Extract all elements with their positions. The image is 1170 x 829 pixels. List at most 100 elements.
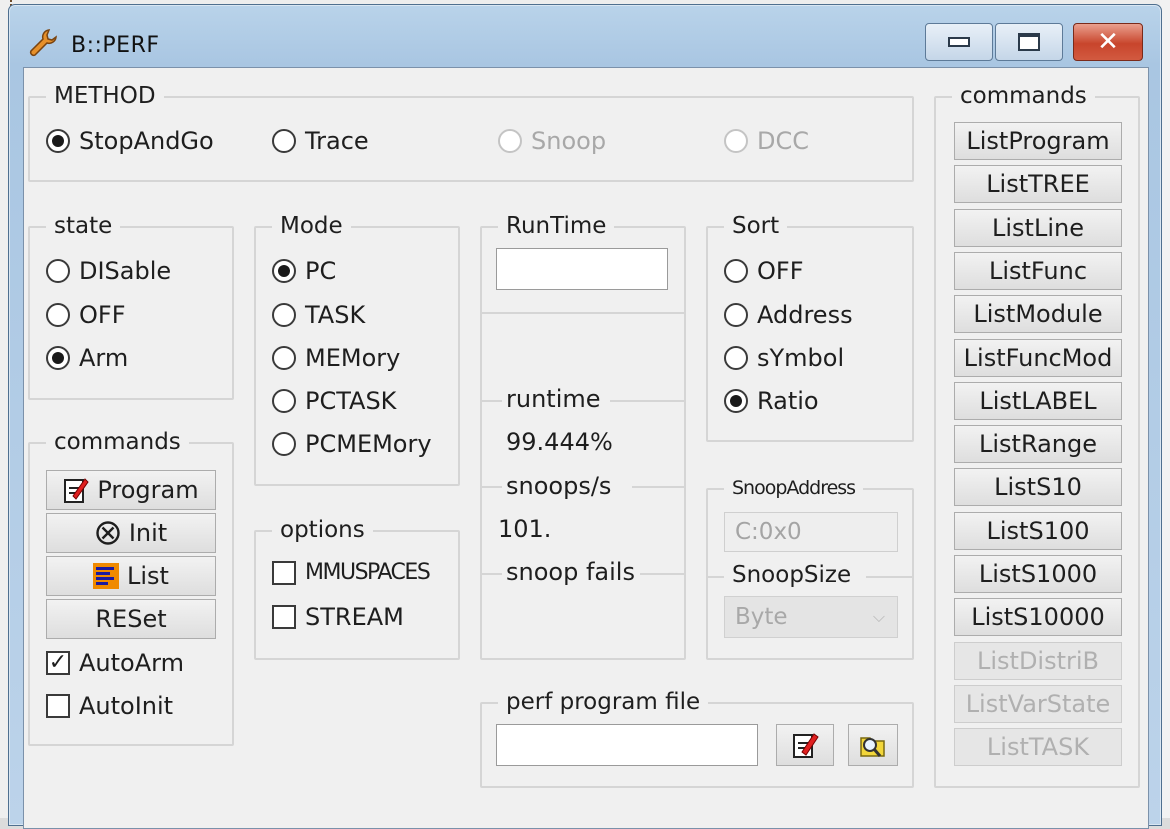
cancel-circle-icon [95,520,121,546]
snoop-size-line-left [708,576,724,578]
radio-indicator [272,389,296,413]
method-radio-snoop[interactable]: Snoop [498,126,606,156]
checkbox-label: AutoInit [79,692,174,720]
perf-file-field[interactable] [496,724,758,766]
radio-label: DCC [757,127,809,155]
dialog-client-area: METHOD StopAndGo Trace Snoop DCC state D… [23,67,1149,829]
state-radio-off[interactable]: OFF [46,300,126,330]
maximize-button[interactable] [995,23,1063,61]
radio-label: OFF [757,257,804,285]
command-button-listvarstate[interactable]: ListVarState [954,684,1122,723]
runtime-value: 99.444% [506,428,613,456]
stream-checkbox[interactable]: STREAM [272,602,404,632]
mode-radio-pcmemory[interactable]: PCMEMory [272,429,432,459]
radio-indicator [46,346,70,370]
mode-radio-pc[interactable]: PC [272,256,336,286]
command-button-listmodule[interactable]: ListModule [954,295,1122,334]
close-button[interactable]: ✕ [1073,23,1143,61]
radio-indicator [46,303,70,327]
command-button-label: ListS100 [986,516,1090,545]
checkbox-indicator [46,694,70,718]
command-button-lists1000[interactable]: ListS1000 [954,555,1122,593]
reset-button-label: RESet [95,605,167,633]
snoop-size-value: Byte [735,604,788,630]
method-radio-dcc[interactable]: DCC [724,126,809,156]
radio-label: StopAndGo [79,127,214,155]
edit-file-button[interactable] [776,724,834,766]
command-button-listlabel[interactable]: ListLABEL [954,381,1122,420]
snoops-label-line [482,486,502,488]
radio-label: Arm [79,344,129,372]
command-button-label: ListVarState [965,689,1111,718]
snoop-fails-label-line [482,573,502,575]
runtime-field[interactable] [496,248,668,290]
command-button-label: ListProgram [966,127,1110,155]
radio-indicator [724,303,748,327]
reset-button[interactable]: RESet [46,599,216,639]
command-button-lists10000[interactable]: ListS10000 [954,598,1122,637]
program-button-label: Program [97,476,199,504]
command-button-label: ListLABEL [979,386,1097,415]
checkbox-indicator [272,561,296,585]
command-button-label: ListModule [973,300,1103,329]
checkbox-label: MMUSPACES [305,560,431,585]
sort-radio-symbol[interactable]: sYmbol [724,343,844,373]
command-button-listprogram[interactable]: ListProgram [954,122,1122,160]
command-button-listline[interactable]: ListLine [954,208,1122,247]
mode-radio-memory[interactable]: MEMory [272,343,400,373]
perf-window: B::PERF ✕ METHOD StopAndGo Trace Snoop D… [8,4,1162,829]
mmuspaces-checkbox[interactable]: MMUSPACES [272,558,431,588]
command-button-listtask[interactable]: ListTASK [954,728,1122,767]
radio-indicator [272,303,296,327]
sort-radio-off[interactable]: OFF [724,256,804,286]
radio-label: OFF [79,301,126,329]
window-title: B::PERF [71,33,160,58]
mode-radio-pctask[interactable]: PCTASK [272,386,396,416]
init-button-label: Init [128,519,168,547]
command-button-label: ListFunc [988,256,1088,285]
snoop-size-select[interactable]: Byte ⌵ [724,596,898,638]
radio-label: MEMory [305,344,401,372]
mode-radio-task[interactable]: TASK [272,300,365,330]
radio-indicator [724,259,748,283]
radio-label: PCTASK [305,387,397,415]
command-button-label: ListFuncMod [963,343,1113,372]
command-button-label: ListDistriB [976,646,1099,675]
init-button[interactable]: Init [46,513,216,553]
command-button-label: ListS1000 [978,560,1098,588]
radio-indicator [46,259,70,283]
autoarm-checkbox[interactable]: ✓ AutoArm [46,648,184,678]
program-button[interactable]: Program [46,470,216,510]
snoops-label: snoops/s [506,472,612,500]
command-button-listfuncmod[interactable]: ListFuncMod [954,338,1122,377]
runtime-label-line-right [610,400,684,402]
command-button-lists100[interactable]: ListS100 [954,511,1122,550]
method-radio-trace[interactable]: Trace [272,126,369,156]
perf-file-legend: perf program file [498,687,709,717]
command-button-listfunc[interactable]: ListFunc [954,251,1122,290]
state-legend: state [46,211,121,241]
title-bar[interactable]: B::PERF ✕ [9,5,1161,67]
method-radio-stopandgo[interactable]: StopAndGo [46,126,214,156]
state-radio-arm[interactable]: Arm [46,343,128,373]
command-button-listdistrib[interactable]: ListDistriB [954,641,1122,680]
state-radio-disable[interactable]: DISable [46,256,171,286]
radio-label: PC [305,257,337,285]
autoinit-checkbox[interactable]: AutoInit [46,691,173,721]
sort-radio-ratio[interactable]: Ratio [724,386,819,416]
sort-radio-address[interactable]: Address [724,300,853,330]
command-button-listrange[interactable]: ListRange [954,425,1122,464]
radio-indicator [46,129,70,153]
command-button-lists10[interactable]: ListS10 [954,468,1122,507]
minimize-button[interactable] [925,23,993,61]
list-button-label: List [127,562,169,590]
browse-file-button[interactable] [848,724,898,766]
command-button-label: ListS10 [994,473,1082,502]
edit-program-icon [63,476,90,504]
snoop-address-field[interactable]: C:0x0 [724,512,898,552]
runtime-label: runtime [506,385,601,413]
command-button-listtree[interactable]: ListTREE [954,165,1122,204]
list-button[interactable]: List [46,556,216,596]
command-button-label: ListTASK [986,733,1090,762]
checkbox-indicator [272,605,296,629]
